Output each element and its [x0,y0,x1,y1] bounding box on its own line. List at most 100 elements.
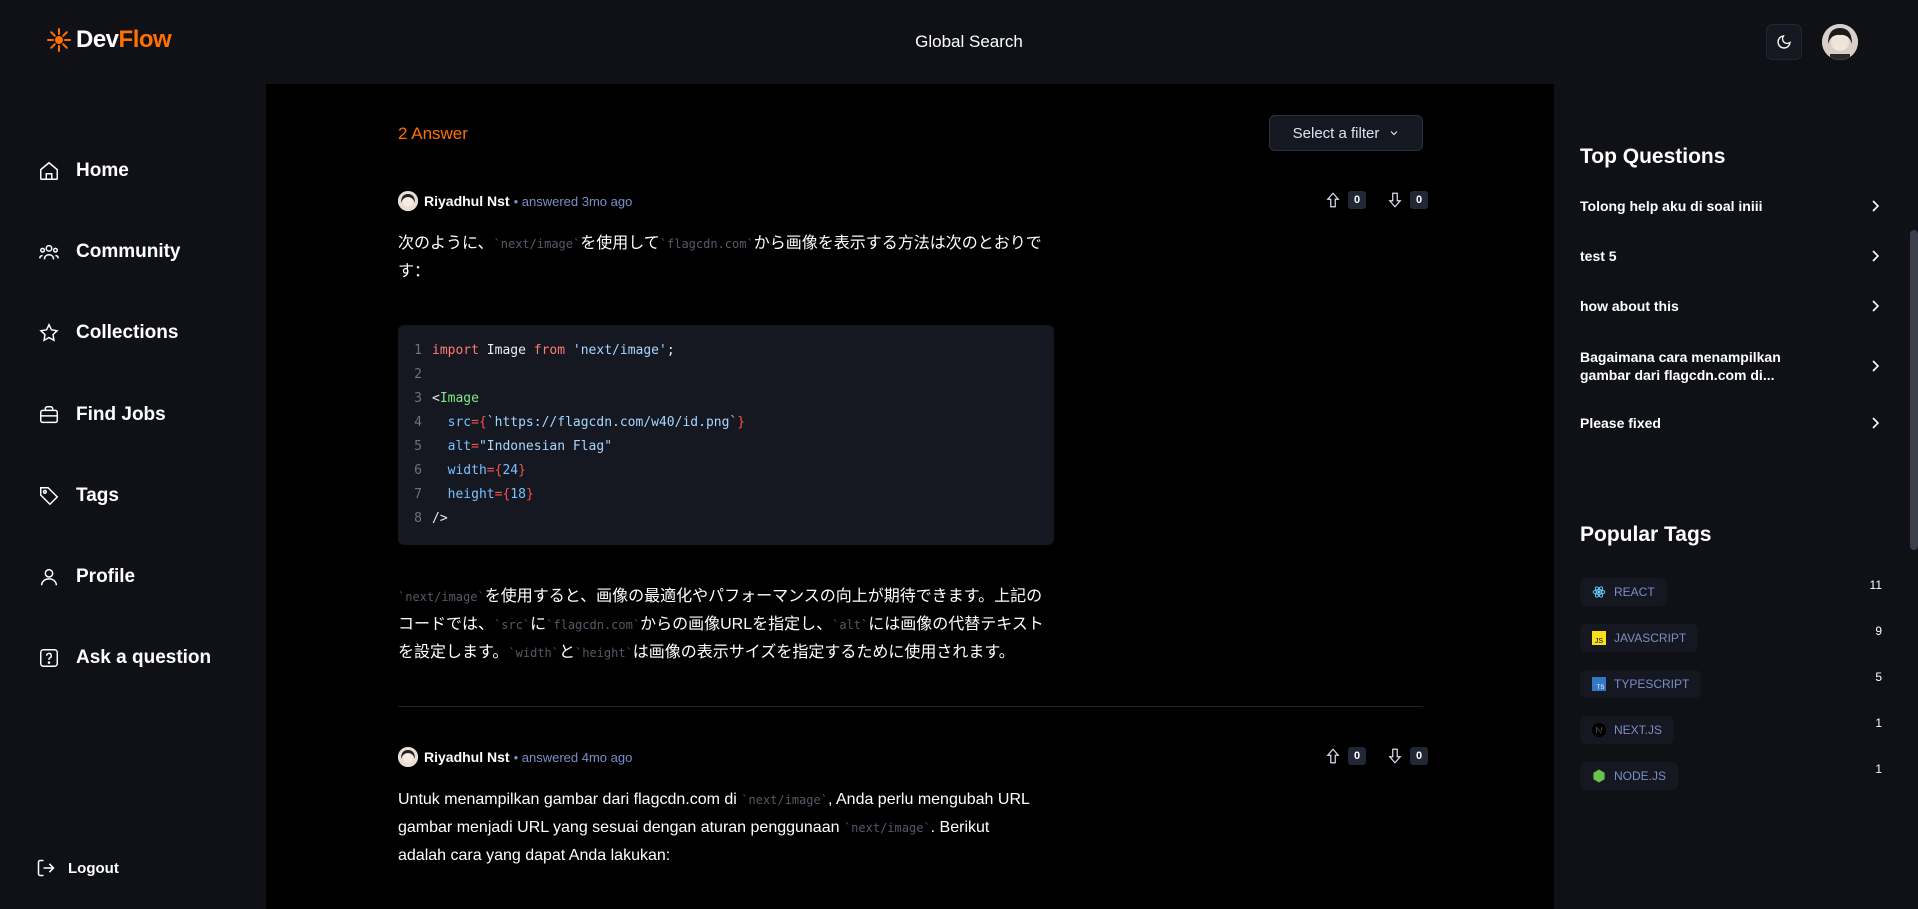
logout-button[interactable]: Logout [36,858,119,878]
page-scrollbar[interactable] [1910,230,1918,550]
upvote-icon[interactable] [1324,191,1342,209]
author-name[interactable]: Riyadhul Nst [424,193,510,209]
javascript-icon: JS [1592,631,1606,645]
sidebar-item-community[interactable]: Community [38,241,181,263]
popular-tag-row: NODE.JS 1 [1580,762,1882,790]
upvote-count: 0 [1348,747,1366,765]
sidebar-item-profile[interactable]: Profile [38,566,135,588]
svg-text:TS: TS [1597,685,1605,691]
sidebar-item-label: Community [76,241,181,262]
tag-react[interactable]: REACT [1580,578,1667,606]
top-question-item[interactable]: Bagaimana cara menampilkan gambar dari f… [1580,348,1882,384]
upvote-count: 0 [1348,191,1366,209]
author-avatar[interactable] [398,191,418,211]
chevron-right-icon [1872,200,1880,212]
home-icon [40,161,58,180]
sidebar-item-label: Profile [76,566,136,587]
answer-divider [398,706,1423,707]
popular-tag-row: TS TYPESCRIPT 5 [1580,670,1882,698]
tag-count: 1 [1875,762,1882,776]
chevron-down-icon [1390,131,1398,136]
sidebar-item-collections[interactable]: Collections [38,322,178,344]
answer-time: • answered 3mo ago [513,193,633,209]
author-name[interactable]: Riyadhul Nst [424,749,510,765]
code-line: 7 height ={18} [414,487,534,502]
answer-intro: 次のように、`next/image`を使用して`flagcdn.com`から画像… [398,235,1042,280]
code-line: 6 width ={24} [414,463,526,478]
tag-count: 9 [1875,624,1882,638]
left-sidebar: Home Community Collections Find Jobs Tag… [0,84,266,909]
answer-meta: Riyadhul Nst • answered 4mo ago [398,747,632,767]
user-avatar[interactable] [1822,24,1858,60]
author-avatar[interactable] [398,747,418,767]
top-question-item[interactable]: test 5 [1580,247,1882,265]
answer-outro: `next/image`を使用すると、画像の最適化やパフォーマンスの向上が期待で… [398,588,1044,661]
vote-controls: 0 0 [1324,191,1428,209]
chevron-right-icon [1872,250,1880,262]
code-line: 3 < Image [414,391,479,406]
svg-text:JS: JS [1595,638,1604,645]
code-line: 4 src ={`https://flagcdn.com/w40/id.png`} [414,415,746,430]
downvote-count: 0 [1410,191,1428,209]
chevron-right-icon [1872,360,1880,372]
sidebar-item-label: Tags [76,485,119,506]
popular-tag-row: REACT 11 [1580,578,1882,606]
tag-nodejs[interactable]: NODE.JS [1580,762,1679,790]
code-line: 8/> [414,511,448,526]
sidebar-item-label: Collections [76,322,179,343]
answer-text: Untuk menampilkan gambar dari flagcdn.co… [398,791,1030,864]
sidebar-item-label: Find Jobs [76,404,166,425]
answer-time: • answered 4mo ago [513,749,633,765]
tag-count: 5 [1875,670,1882,684]
popular-tags-title: Popular Tags [1580,523,1712,546]
nodejs-icon [1593,769,1605,783]
tag-count: 11 [1869,578,1882,592]
top-question-item[interactable]: Please fixed [1580,414,1882,432]
logout-icon [37,859,55,877]
filter-label: Select a filter [1292,124,1380,142]
sidebar-item-tags[interactable]: Tags [38,485,119,507]
answer-filter-select[interactable]: Select a filter [1269,115,1423,151]
global-search[interactable]: Global Search [0,32,1918,52]
tag-typescript[interactable]: TS TYPESCRIPT [1580,670,1702,698]
downvote-count: 0 [1410,747,1428,765]
logout-label: Logout [68,859,119,877]
top-question-item[interactable]: Tolong help aku di soal iniii [1580,197,1882,215]
sidebar-item-home[interactable]: Home [38,160,129,182]
right-sidebar: Top Questions Tolong help aku di soal in… [1554,84,1918,909]
tag-javascript[interactable]: JS JAVASCRIPT [1580,624,1699,652]
chevron-right-icon [1872,300,1880,312]
chevron-right-icon [1872,417,1880,429]
sidebar-item-label: Ask a question [76,647,212,668]
code-line: 2 [414,367,422,382]
user-icon [40,568,58,586]
tag-nextjs[interactable]: NEXT.JS [1580,716,1675,744]
briefcase-icon [40,406,58,424]
star-icon [39,323,59,342]
community-icon [39,244,59,260]
answer-meta: Riyadhul Nst • answered 3mo ago [398,191,632,211]
code-line: 5 alt = "Indonesian Flag" [414,439,613,454]
sidebar-item-find-jobs[interactable]: Find Jobs [38,404,166,426]
sidebar-item-label: Home [76,160,129,181]
react-icon [1592,586,1606,598]
code-block: 1 import Image from 'next/image'; 2 3 < Ima… [398,325,1054,545]
tag-icon [40,487,59,506]
vote-controls: 0 0 [1324,747,1428,765]
theme-toggle-button[interactable] [1766,24,1802,60]
downvote-icon[interactable] [1386,747,1404,765]
tag-count: 1 [1875,716,1882,730]
code-line: 1 import Image from 'next/image'; [414,343,675,358]
popular-tag-row: JS JAVASCRIPT 9 [1580,624,1882,652]
upvote-icon[interactable] [1324,747,1342,765]
nextjs-icon [1592,723,1606,737]
downvote-icon[interactable] [1386,191,1404,209]
popular-tag-row: NEXT.JS 1 [1580,716,1882,744]
moon-icon [1777,35,1791,49]
top-navbar: DevFlow Global Search [0,0,1918,84]
answers-section: 2 Answer Select a filter Riyadhul Nst • … [266,84,1554,909]
question-icon [40,649,58,667]
top-question-item[interactable]: how about this [1580,297,1882,315]
typescript-icon: TS [1592,677,1606,691]
sidebar-item-ask-question[interactable]: Ask a question [38,647,211,669]
